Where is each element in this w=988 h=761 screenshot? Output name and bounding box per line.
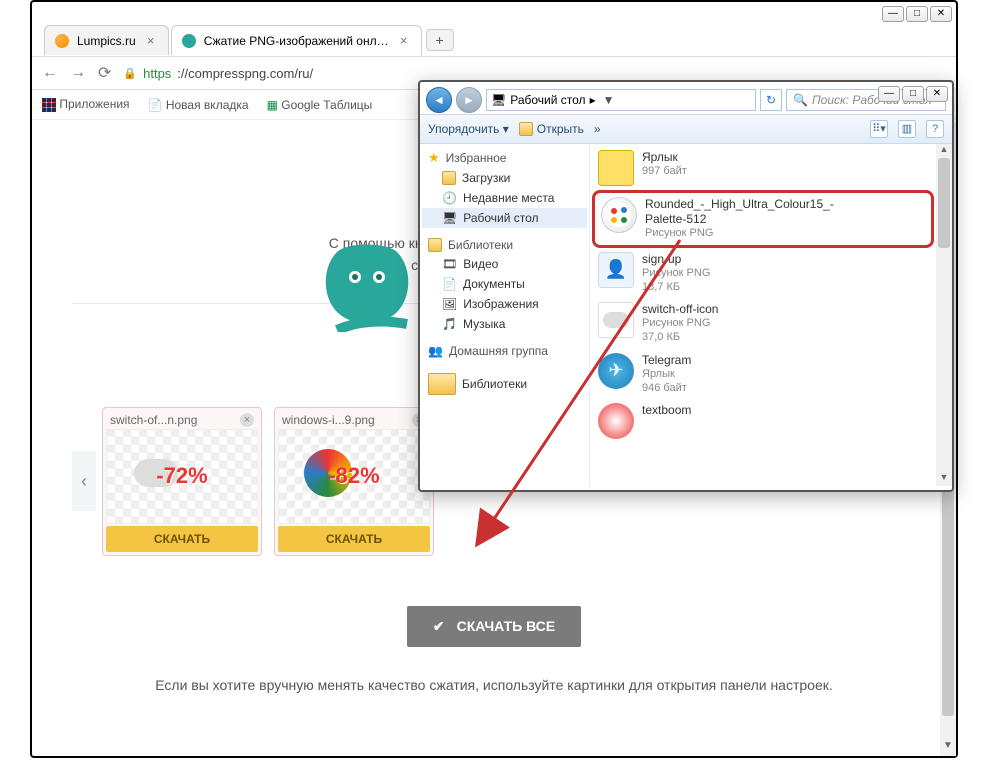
help-button[interactable]: ?: [926, 120, 944, 138]
folder-icon: [428, 373, 456, 395]
window-minimize-button[interactable]: —: [882, 6, 904, 22]
nav-reload-icon[interactable]: ⟳: [98, 63, 111, 83]
libraries-icon: [428, 238, 442, 252]
explorer-sidebar: ★Избранное Загрузки 🕘Недавние места 🖥Раб…: [420, 144, 590, 486]
file-item[interactable]: textboom: [592, 399, 934, 443]
tab-close-icon[interactable]: ×: [144, 34, 158, 48]
sidebar-item-music[interactable]: 🎵Музыка: [422, 314, 587, 334]
sidebar-libraries[interactable]: Библиотеки: [422, 236, 587, 254]
explorer-back-button[interactable]: ◄: [426, 87, 452, 113]
file-item[interactable]: 👤 sign-upРисунок PNG18,7 КБ: [592, 248, 934, 299]
view-options-button[interactable]: ⠿▾: [870, 120, 888, 138]
card-thumbnail[interactable]: -72%: [106, 429, 258, 524]
favicon-icon: [182, 34, 196, 48]
documents-icon: 📄: [442, 277, 457, 291]
preview-pane-button[interactable]: ▥: [898, 120, 916, 138]
music-icon: 🎵: [442, 317, 457, 331]
path-segment[interactable]: Рабочий стол: [510, 93, 585, 107]
bookmark-sheets[interactable]: ▦ Google Таблицы: [267, 98, 373, 112]
tab-label: Lumpics.ru: [77, 34, 136, 48]
result-card: switch-of...n.png × -72% СКАЧАТЬ: [102, 407, 262, 556]
file-item[interactable]: ✈ TelegramЯрлык946 байт: [592, 349, 934, 400]
check-icon: ✔: [433, 618, 445, 635]
file-item[interactable]: Ярлык997 байт: [592, 146, 934, 190]
apps-icon: [42, 98, 56, 112]
sidebar-item-desktop[interactable]: 🖥Рабочий стол: [422, 208, 587, 228]
sidebar-libraries-bottom[interactable]: Библиотеки: [422, 370, 587, 398]
explorer-refresh-button[interactable]: ↻: [760, 89, 782, 111]
explorer-close-button[interactable]: ✕: [926, 86, 948, 102]
explorer-file-list: Ярлык997 байт Rounded_-_High_Ultra_Colou…: [590, 144, 952, 486]
nav-forward-icon[interactable]: →: [70, 64, 86, 82]
card-download-button[interactable]: СКАЧАТЬ: [278, 526, 430, 552]
note-text: Если вы хотите вручную менять качество с…: [72, 677, 916, 693]
toolbar-open-button[interactable]: Открыть: [519, 122, 584, 136]
scroll-down-icon[interactable]: ▼: [938, 472, 950, 486]
new-tab-button[interactable]: +: [426, 29, 454, 51]
toolbar-organize-button[interactable]: Упорядочить ▾: [428, 122, 509, 136]
window-close-button[interactable]: ✕: [930, 6, 952, 22]
nav-back-icon[interactable]: ←: [42, 64, 58, 82]
signup-icon: 👤: [605, 259, 627, 280]
bookmark-apps[interactable]: Приложения: [42, 97, 130, 112]
explorer-forward-button[interactable]: ►: [456, 87, 482, 113]
url-box[interactable]: 🔒 https ://compresspng.com/ru/: [123, 66, 313, 81]
explorer-minimize-button[interactable]: —: [878, 86, 900, 102]
explorer-address-bar: ◄ ► 🖥 Рабочий стол ▸ ▼ ↻ 🔍 Поиск: Рабочи…: [426, 86, 946, 114]
card-filename: windows-i...9.png: [282, 413, 375, 427]
tab-compresspng[interactable]: Сжатие PNG-изображений онл… ×: [171, 25, 422, 55]
bookmark-newtab[interactable]: 📄 Новая вкладка: [148, 98, 249, 112]
recent-icon: 🕘: [442, 191, 457, 205]
card-thumbnail[interactable]: -82%: [278, 429, 430, 524]
file-list-scrollbar[interactable]: ▲ ▼: [936, 144, 952, 486]
result-card: windows-i...9.png × -82% СКАЧАТЬ: [274, 407, 434, 556]
scroll-up-icon[interactable]: ▲: [938, 144, 950, 158]
path-dropdown-icon[interactable]: ▼: [600, 93, 618, 107]
tab-strip: Lumpics.ru × Сжатие PNG-изображений онл……: [32, 24, 956, 56]
sidebar-favorites[interactable]: ★Избранное: [422, 148, 587, 168]
folder-icon: [519, 122, 533, 136]
card-filename: switch-of...n.png: [110, 413, 197, 427]
tab-close-icon[interactable]: ×: [397, 34, 411, 48]
file-item-selected[interactable]: Rounded_-_High_Ultra_Colour15_-Palette-5…: [592, 190, 934, 248]
sidebar-item-documents[interactable]: 📄Документы: [422, 274, 587, 294]
carousel-prev-button[interactable]: ‹: [72, 451, 96, 511]
card-download-button[interactable]: СКАЧАТЬ: [106, 526, 258, 552]
sidebar-item-downloads[interactable]: Загрузки: [422, 168, 587, 188]
toolbar-more-button[interactable]: »: [594, 122, 601, 136]
sidebar-item-video[interactable]: 🎞Видео: [422, 254, 587, 274]
window-maximize-button[interactable]: □: [906, 6, 928, 22]
palette-icon: [606, 202, 632, 228]
desktop-icon: 🖥: [491, 93, 506, 107]
sidebar-item-pictures[interactable]: 🖼Изображения: [422, 294, 587, 314]
site-logo: [312, 242, 422, 332]
favicon-icon: [55, 34, 69, 48]
sidebar-homegroup[interactable]: 👥Домашняя группа: [422, 342, 587, 360]
folder-icon: [442, 171, 456, 185]
scroll-down-icon[interactable]: ▼: [942, 740, 954, 756]
homegroup-icon: 👥: [428, 344, 443, 358]
card-remove-icon[interactable]: ×: [240, 413, 254, 427]
explorer-maximize-button[interactable]: □: [902, 86, 924, 102]
explorer-toolbar: Упорядочить ▾ Открыть » ⠿▾ ▥ ?: [420, 114, 952, 144]
chevron-right-icon[interactable]: ▸: [590, 93, 596, 107]
sidebar-item-recent[interactable]: 🕘Недавние места: [422, 188, 587, 208]
telegram-icon: ✈: [608, 360, 623, 381]
star-icon: ★: [428, 150, 440, 166]
url-path: ://compresspng.com/ru/: [177, 66, 313, 81]
download-all-button[interactable]: ✔ СКАЧАТЬ ВСЕ: [407, 606, 581, 647]
video-icon: 🎞: [442, 257, 457, 271]
file-explorer-window: — □ ✕ ◄ ► 🖥 Рабочий стол ▸ ▼ ↻ 🔍 Поиск: …: [418, 80, 954, 492]
scroll-thumb[interactable]: [938, 158, 950, 248]
url-protocol: https: [143, 66, 171, 81]
desktop-icon: 🖥: [442, 211, 457, 225]
search-icon: 🔍: [793, 93, 808, 107]
file-item[interactable]: switch-off-iconРисунок PNG37,0 КБ: [592, 298, 934, 349]
tab-label: Сжатие PNG-изображений онл…: [204, 34, 389, 48]
switch-icon: [603, 312, 629, 328]
tab-lumpics[interactable]: Lumpics.ru ×: [44, 25, 169, 55]
pictures-icon: 🖼: [442, 297, 457, 311]
explorer-path-box[interactable]: 🖥 Рабочий стол ▸ ▼: [486, 89, 756, 111]
lock-icon: 🔒: [123, 67, 137, 80]
